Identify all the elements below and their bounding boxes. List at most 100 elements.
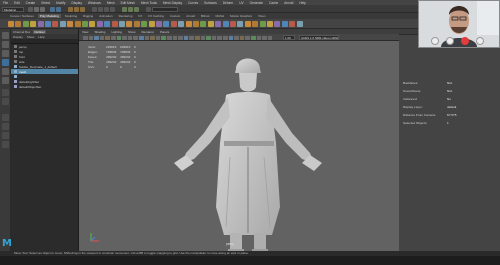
menu-mesh[interactable]: Mesh [107,1,115,5]
soldier-model[interactable] [164,47,324,257]
shelf-tool-icon[interactable] [178,21,185,27]
input-line-field[interactable] [152,6,178,12]
shelf-tool-icon[interactable] [8,21,14,27]
shelf-tool-icon[interactable] [89,21,96,27]
select-object-icon[interactable] [74,6,79,12]
shelf-tool-icon[interactable] [207,21,214,27]
menu-surfaces[interactable]: Surfaces [204,1,217,5]
outliner-menu-item[interactable]: Display [13,35,23,39]
outliner-tab[interactable]: Outliner [33,29,46,34]
viewport-menu-item[interactable]: Renderer [142,30,155,34]
viewport-tool-icon[interactable] [105,35,110,40]
viewport-tool-icon[interactable] [99,35,105,40]
shelf-tool-icon[interactable] [244,21,251,27]
viewport-menu-item[interactable]: Shading [94,30,105,34]
viewport-menu-item[interactable]: Lighting [111,30,122,34]
shelf-tool-icon[interactable] [274,21,281,27]
shelf-tool-icon[interactable] [163,21,170,27]
viewport-tool-icon[interactable] [189,35,194,40]
viewport-menu-item[interactable]: View [82,30,88,34]
viewport-tool-icon[interactable] [228,35,234,40]
shelf-tool-icon[interactable] [230,21,236,27]
menu-curves[interactable]: Curves [188,1,198,5]
shelf-tool-icon[interactable] [222,21,229,27]
viewport-tool-icon[interactable] [150,35,155,40]
shelf-tool-icon[interactable] [237,21,244,27]
shelf-tool-icon[interactable] [156,21,162,27]
menu-select[interactable]: Select [41,1,50,5]
shelf-tab[interactable]: Motion Graphics [228,14,254,18]
viewport-tool-icon[interactable] [256,35,262,40]
layout-persp-outliner-icon[interactable] [2,114,9,121]
viewport-tool-icon[interactable] [111,35,116,40]
viewport-tool-icon[interactable] [217,35,222,40]
select-component-icon[interactable] [80,6,85,12]
shelf-tool-icon[interactable] [15,21,22,27]
shelf-tool-icon[interactable] [259,21,266,27]
select-hierarchy-icon[interactable] [68,6,73,12]
menu-cache[interactable]: Cache [269,1,278,5]
input-line-icon[interactable] [146,6,151,12]
outliner-tab[interactable]: Channel Box [13,30,30,34]
viewport-tool-icon[interactable] [94,35,99,40]
menu-generate[interactable]: Generate [250,1,263,5]
viewport-tool-icon[interactable] [83,35,88,40]
camera-toggle-button[interactable] [431,37,439,45]
menu-file[interactable]: File [3,1,8,5]
viewport-tool-icon[interactable] [161,35,166,40]
outliner-menu-item[interactable]: Show [27,35,35,39]
end-call-button[interactable] [461,37,469,45]
viewport-tool-icon[interactable] [88,35,94,40]
move-tool-icon[interactable] [2,59,9,66]
viewport-tool-icon[interactable] [183,35,189,40]
render-icon[interactable] [122,6,127,12]
viewport-tool-icon[interactable] [155,35,161,40]
viewport-tool-icon[interactable] [251,35,256,40]
menu-edit-mesh[interactable]: Edit Mesh [121,1,135,5]
shelf-tab[interactable]: Curves / Surfaces [8,14,36,18]
single-view-icon[interactable] [2,89,9,96]
layout-uv-editor-icon[interactable] [2,141,9,148]
shelf-tool-icon[interactable] [267,21,273,27]
rotate-tool-icon[interactable] [2,68,9,75]
shelf-tool-icon[interactable] [59,21,66,27]
viewport-tool-icon[interactable] [144,35,150,40]
menu-display[interactable]: Display [71,1,81,5]
shelf-tool-icon[interactable] [215,21,222,27]
shelf-tool-icon[interactable] [133,21,140,27]
layout-persp-graph-icon[interactable] [2,123,9,130]
shelf-tab[interactable]: Bifrost [199,14,212,18]
scale-tool-icon[interactable] [2,77,9,84]
menu-help[interactable]: Help [299,1,306,5]
viewport-menu-item[interactable]: Show [128,30,136,34]
gamma-field[interactable]: 1.00 [283,35,295,40]
save-scene-icon[interactable] [40,6,45,12]
shelf-tool-icon[interactable] [111,21,118,27]
viewport-tool-icon[interactable] [262,35,267,40]
viewport-tool-icon[interactable] [116,35,122,40]
viewport-tool-icon[interactable] [195,35,200,40]
menu-uv[interactable]: UV [239,1,243,5]
snap-point-icon[interactable] [104,6,109,12]
shelf-tool-icon[interactable] [52,21,59,27]
shelf-tool-icon[interactable] [281,21,288,27]
viewport-tool-icon[interactable] [239,35,245,40]
shelf-tool-icon[interactable] [289,21,296,27]
shelf-tool-icon[interactable] [104,21,111,27]
shelf-tool-icon[interactable] [193,21,199,27]
shelf-tab[interactable]: Rigging [81,14,95,18]
shelf-tool-icon[interactable] [126,21,133,27]
shelf-tool-icon[interactable] [141,21,148,27]
open-scene-icon[interactable] [34,6,39,12]
outliner-menu-item[interactable]: Help [38,35,44,39]
shelf-tab[interactable]: Arnold [184,14,197,18]
ipr-render-icon[interactable] [128,6,133,12]
menu-edit[interactable]: Edit [14,1,20,5]
viewport-tool-icon[interactable] [245,35,250,40]
viewport-panel[interactable]: View Shading Lighting Show Renderer Panels AC… [79,29,399,254]
shelf-tool-icon[interactable] [96,21,103,27]
viewport-tool-icon[interactable] [234,35,239,40]
menu-deform[interactable]: Deform [223,1,233,5]
render-settings-icon[interactable] [134,6,139,12]
viewport-tool-icon[interactable] [172,35,178,40]
